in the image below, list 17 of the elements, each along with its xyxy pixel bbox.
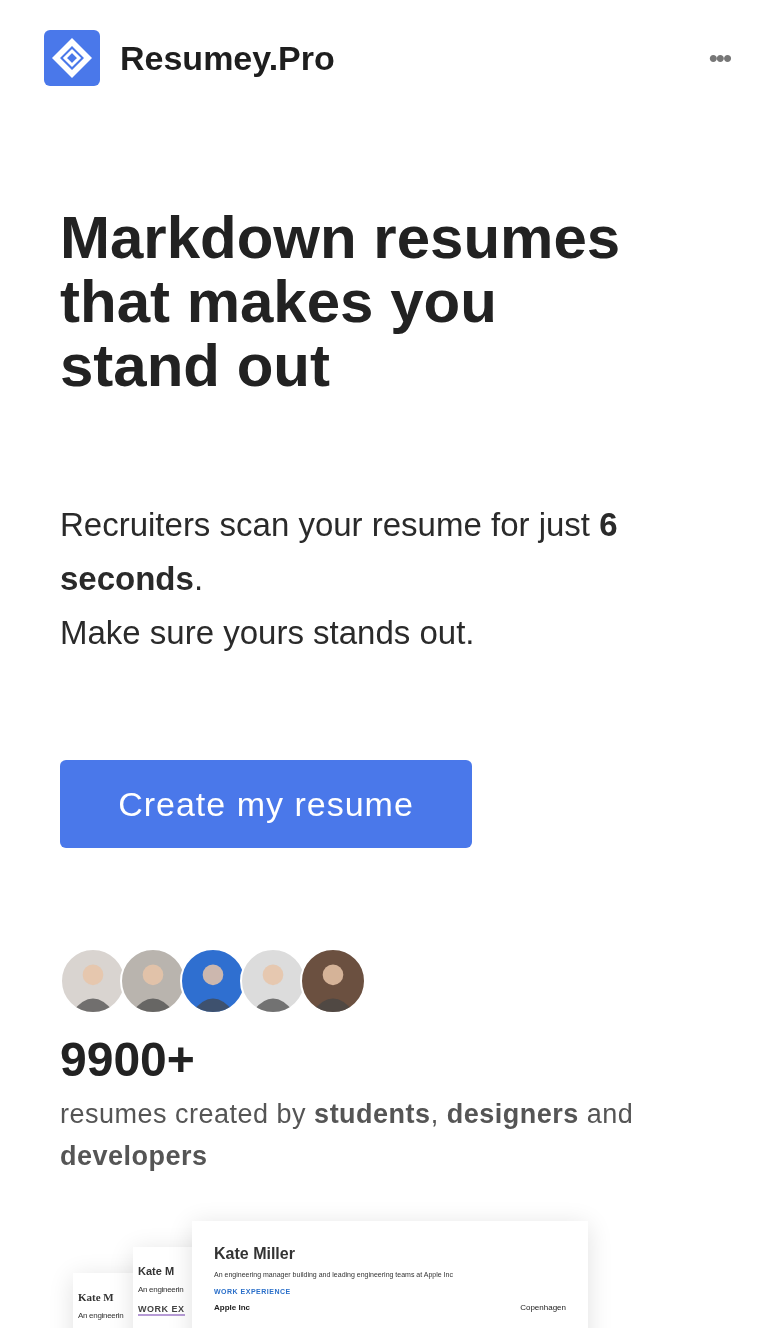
resume-summary: An engineerin [138,1285,184,1294]
tagline: Recruiters scan your resume for just 6 seconds. [60,505,619,599]
section-heading: WORK EX [138,1304,185,1316]
company-name: Apple Inc [214,1303,250,1312]
tagline: Make sure yours stands out. [60,613,476,653]
resume-summary: An engineerin [78,1311,124,1320]
job-location: Copenhagen [520,1303,566,1312]
headline: Markdown resumes that makes you stand out [60,206,622,398]
menu-button[interactable]: ••• [702,42,736,74]
resume-name: Kate M [138,1265,175,1277]
count-caption: resumes created by students, designers and developers [60,1098,635,1173]
resume-name: Kate M [78,1291,114,1303]
resume-name: Kate Miller [214,1245,295,1263]
brand-name: Resumey.Pro [120,38,335,78]
resume-count: 9900+ [60,1032,196,1087]
create-resume-button[interactable]: Create my resume [60,760,472,848]
logo-icon [44,30,100,86]
